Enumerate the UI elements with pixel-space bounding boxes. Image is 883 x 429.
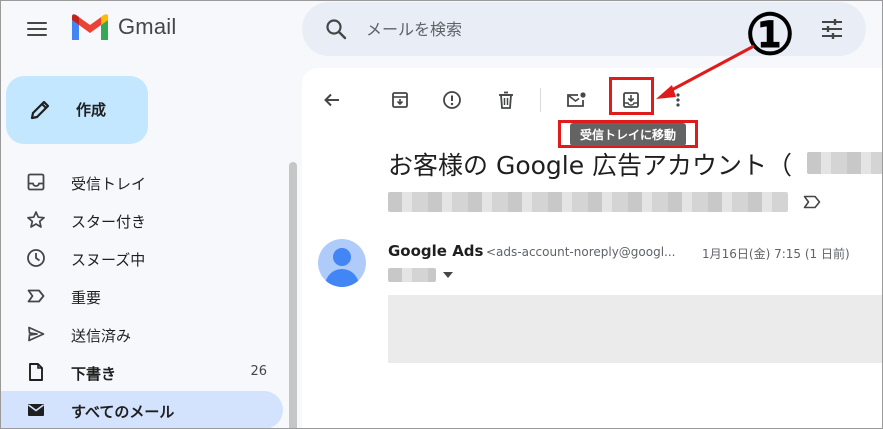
search-icon[interactable] xyxy=(324,17,348,41)
redacted-subject xyxy=(807,152,883,174)
recipient-details-icon[interactable] xyxy=(443,272,453,278)
sidebar-item-inbox[interactable]: 受信トレイ xyxy=(0,163,283,201)
star-icon xyxy=(27,211,45,228)
drafts-count: 26 xyxy=(250,364,267,379)
sidebar-item-label: 重要 xyxy=(71,289,102,307)
sidebar-item-label: 送信済み xyxy=(71,327,132,345)
sidebar-item-snoozed[interactable]: スヌーズ中 xyxy=(0,239,283,277)
sidebar-item-label: すべてのメール xyxy=(71,403,175,421)
gmail-logo[interactable]: Gmail xyxy=(70,12,176,42)
delete-button[interactable] xyxy=(492,86,520,114)
main-menu-button[interactable] xyxy=(24,16,50,42)
archive-button[interactable] xyxy=(386,86,414,114)
sender-email: <ads-account-noreply@googl... xyxy=(486,245,676,259)
sidebar-scrollbar[interactable] xyxy=(289,162,297,429)
delete-icon xyxy=(499,91,513,109)
sidebar-item-label: スヌーズ中 xyxy=(71,251,146,269)
app-name: Gmail xyxy=(118,14,177,39)
draft-icon xyxy=(29,363,43,381)
redacted-subject-line xyxy=(388,192,788,212)
compose-button[interactable]: 作成 xyxy=(6,76,148,144)
sidebar-item-label: 下書き xyxy=(71,365,117,383)
gmail-m-icon xyxy=(72,14,108,40)
back-button[interactable] xyxy=(318,86,346,114)
email-date: 1月16日(金) 7:15 (1 日前) xyxy=(702,247,850,261)
inbox-icon xyxy=(27,173,45,191)
toolbar-divider xyxy=(540,88,541,112)
message-view: 受信トレイに移動 ① お客様の Google 広告アカウント（ Google A… xyxy=(302,2,883,429)
report-spam-button[interactable] xyxy=(438,86,466,114)
email-body-redacted xyxy=(388,295,883,363)
mark-unread-button[interactable] xyxy=(562,86,590,114)
redacted-recipient xyxy=(388,268,436,282)
email-subject: お客様の Google 広告アカウント（ xyxy=(388,151,793,180)
pencil-icon xyxy=(30,100,50,120)
mail-icon xyxy=(28,404,44,416)
search-options-icon[interactable] xyxy=(820,18,844,40)
sidebar-item-drafts[interactable]: 下書き 26 xyxy=(0,353,283,391)
archive-icon xyxy=(392,92,408,108)
annotation-arrow-icon xyxy=(656,44,755,99)
sidebar-item-sent[interactable]: 送信済み xyxy=(0,315,283,353)
sender-avatar xyxy=(318,239,366,287)
tooltip-move-to-inbox: 受信トレイに移動 xyxy=(558,120,698,148)
mark-unread-icon xyxy=(567,92,586,107)
sender-name: Google Ads xyxy=(388,242,484,260)
sidebar-item-starred[interactable]: スター付き xyxy=(0,201,283,239)
back-icon xyxy=(324,93,339,107)
sidebar-item-all-mail[interactable]: すべてのメール xyxy=(0,391,283,429)
label-important-icon[interactable] xyxy=(802,192,822,212)
move-to-inbox-highlight xyxy=(609,77,654,115)
report-spam-icon xyxy=(443,91,461,109)
compose-label: 作成 xyxy=(76,101,107,119)
sidebar-nav: 受信トレイ スター付き スヌーズ中 重要 送信済み 下書き 26 すべてのメール xyxy=(0,163,283,429)
sidebar-item-label: 受信トレイ xyxy=(71,175,147,193)
sidebar-item-label: スター付き xyxy=(71,213,147,231)
clock-icon xyxy=(27,249,45,267)
tooltip-text: 受信トレイに移動 xyxy=(569,122,686,146)
sidebar-item-important[interactable]: 重要 xyxy=(0,277,283,315)
label-important-icon xyxy=(27,289,45,303)
send-icon xyxy=(28,326,45,342)
